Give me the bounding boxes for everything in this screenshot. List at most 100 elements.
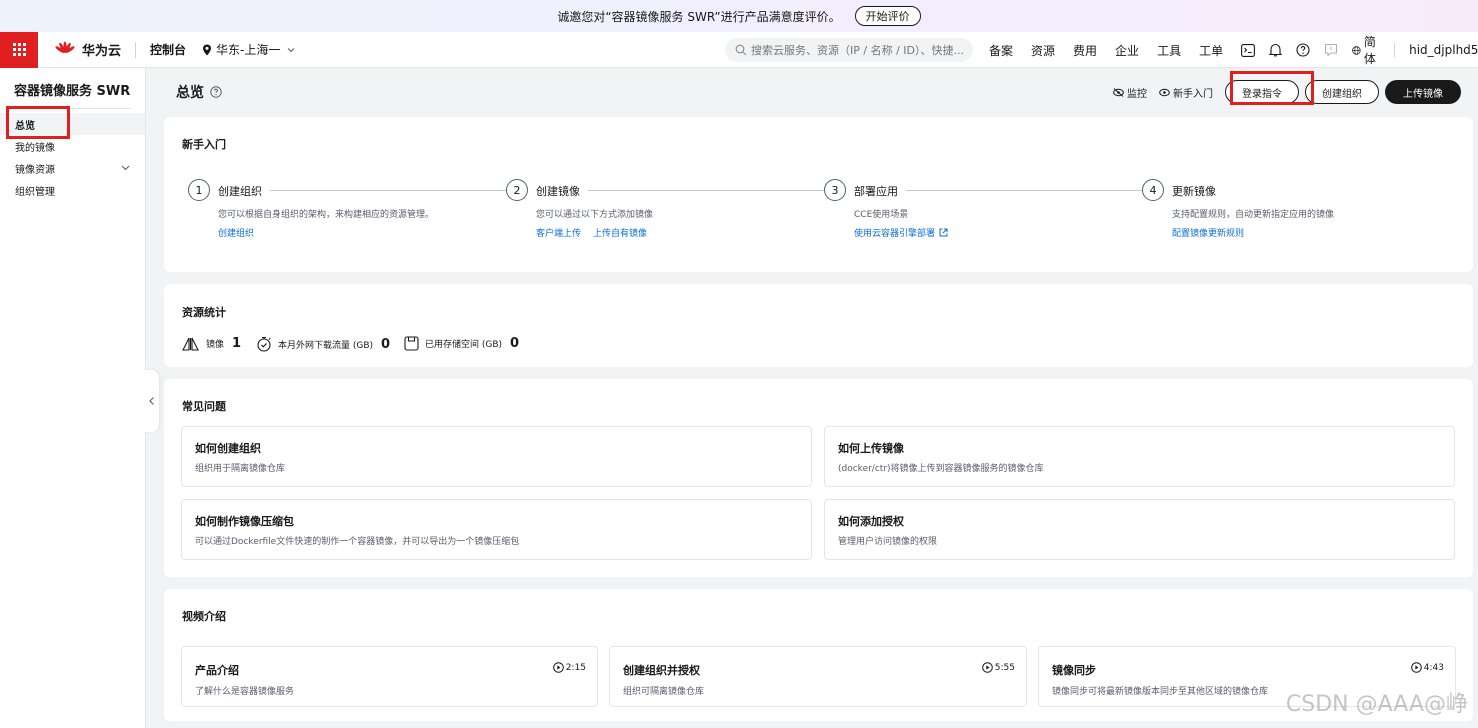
banner-text: 诚邀您对“容器镜像服务 SWR”进行产品满意度评价。 xyxy=(557,9,841,24)
faq-card: 常见问题 如何创建组织 组织用于隔离镜像仓库 如何上传镜像 (docker/ct… xyxy=(164,379,1473,577)
monitor-label: 监控 xyxy=(1127,88,1147,100)
nav-resources[interactable]: 资源 xyxy=(1031,42,1055,59)
faq-item-add-authorization[interactable]: 如何添加授权 管理用户访问镜像的权限 xyxy=(824,499,1455,560)
stat-storage-used: 已用存储空间 (GB) 0 xyxy=(404,336,519,351)
bell-icon[interactable] xyxy=(1269,43,1283,57)
nav-billing[interactable]: 费用 xyxy=(1073,42,1097,59)
duration-text: 4:43 xyxy=(1423,662,1444,673)
video-duration: 5:55 xyxy=(981,662,1015,673)
help-icon[interactable] xyxy=(1296,43,1310,57)
sidebar-item-image-resources[interactable]: 镜像资源 xyxy=(0,157,145,179)
storage-icon xyxy=(404,336,419,351)
nav-tools[interactable]: 工具 xyxy=(1157,42,1181,59)
faq-item-create-org[interactable]: 如何创建组织 组织用于隔离镜像仓库 xyxy=(181,426,812,487)
stat-value: 1 xyxy=(232,336,242,351)
feedback-icon[interactable] xyxy=(1324,43,1338,57)
global-search[interactable] xyxy=(725,38,973,62)
faq-title: 常见问题 xyxy=(182,400,226,413)
sidebar-item-org-management[interactable]: 组织管理 xyxy=(0,179,145,201)
login-command-button[interactable]: 登录指令 xyxy=(1225,80,1299,104)
step-description: 您可以通过以下方式添加镜像 xyxy=(536,210,654,220)
guide-link[interactable]: 新手入门 xyxy=(1159,85,1213,100)
cce-deploy-link[interactable]: 使用云容器引擎部署 xyxy=(854,226,948,239)
play-icon xyxy=(1410,662,1422,673)
video-item-title: 创建组织并授权 xyxy=(623,664,700,677)
step-name: 部署应用 xyxy=(854,183,906,199)
resource-stats-title: 资源统计 xyxy=(182,306,226,319)
upload-own-image-link[interactable]: 上传自有镜像 xyxy=(593,226,647,239)
video-item-create-org-auth[interactable]: 创建组织并授权 组织可隔离镜像仓库 5:55 xyxy=(609,646,1027,707)
step-links: 客户端上传 上传自有镜像 xyxy=(536,226,659,239)
faq-item-desc: (docker/ctr)将镜像上传到容器镜像服务的镜像仓库 xyxy=(838,464,1044,474)
help-circle-icon[interactable] xyxy=(210,86,222,98)
faq-item-title: 如何制作镜像压缩包 xyxy=(195,515,294,528)
chevron-left-icon xyxy=(149,397,154,405)
globe-icon xyxy=(1352,45,1361,55)
grid-icon xyxy=(12,43,26,56)
create-org-link[interactable]: 创建组织 xyxy=(218,226,254,239)
service-title: 容器镜像服务 SWR xyxy=(14,84,131,99)
chevron-down-icon xyxy=(121,165,130,171)
step-number: 1 xyxy=(188,179,210,201)
faq-item-title: 如何添加授权 xyxy=(838,515,904,528)
eye-icon xyxy=(1159,88,1170,96)
resource-stats-card: 资源统计 镜像 1 本月外网下载流量 (GB) 0 已用存储空间 (GB) 0 xyxy=(164,284,1473,367)
faq-item-image-package[interactable]: 如何制作镜像压缩包 可以通过Dockerfile文件快速的制作一个容器镜像，并可… xyxy=(181,499,812,560)
video-item-title: 产品介绍 xyxy=(195,664,239,677)
search-icon xyxy=(735,44,747,56)
sidebar-item-my-images[interactable]: 我的镜像 xyxy=(0,135,145,157)
video-intro-card: 视频介绍 产品介绍 了解什么是容器镜像服务 2:15 创建组织并授权 组织可隔离… xyxy=(164,589,1473,721)
monitor-link[interactable]: 监控 xyxy=(1113,85,1147,100)
step-number: 2 xyxy=(506,179,528,201)
header-divider xyxy=(135,41,137,58)
step-description: 您可以根据自身组织的架构，来构建相应的资源管理。 xyxy=(218,210,435,220)
play-icon xyxy=(552,662,564,673)
upload-image-button[interactable]: 上传镜像 xyxy=(1385,80,1461,104)
stat-label: 本月外网下载流量 (GB) xyxy=(278,340,374,351)
service-menu-button[interactable] xyxy=(0,31,38,68)
image-stack-icon xyxy=(182,337,199,351)
step-description: 支持配置规则，自动更新指定应用的镜像 xyxy=(1172,210,1335,220)
nav-tickets[interactable]: 工单 xyxy=(1199,42,1223,59)
user-account-menu[interactable]: hid_djplhd5hbac xyxy=(1394,43,1478,57)
location-pin-icon xyxy=(203,44,212,55)
nav-filing[interactable]: 备案 xyxy=(989,42,1013,59)
video-item-desc: 镜像同步可将最新镜像版本同步至其他区域的镜像仓库 xyxy=(1052,687,1269,697)
faq-item-title: 如何上传镜像 xyxy=(838,442,904,455)
stat-value: 0 xyxy=(381,336,391,352)
stat-value: 0 xyxy=(510,336,520,351)
step-links: 配置镜像更新规则 xyxy=(1172,226,1256,239)
video-intro-title: 视频介绍 xyxy=(182,610,226,623)
stat-images: 镜像 1 xyxy=(182,336,241,351)
start-review-button[interactable]: 开始评价 xyxy=(854,6,921,26)
faq-item-upload-image[interactable]: 如何上传镜像 (docker/ctr)将镜像上传到容器镜像服务的镜像仓库 xyxy=(824,426,1455,487)
getting-started-title: 新手入门 xyxy=(182,138,226,151)
play-icon xyxy=(981,662,993,673)
update-rule-link[interactable]: 配置镜像更新规则 xyxy=(1172,226,1244,239)
language-selector[interactable]: 简体 xyxy=(1352,33,1380,67)
region-selector[interactable]: 华东-上海一 xyxy=(202,41,300,58)
video-item-title: 镜像同步 xyxy=(1052,664,1096,677)
console-link[interactable]: 控制台 xyxy=(150,41,186,58)
csdn-watermark: CSDN @AAA@峥 xyxy=(1285,692,1468,717)
step-links: 创建组织 xyxy=(218,226,266,239)
video-item-desc: 组织可隔离镜像仓库 xyxy=(623,687,705,697)
cloud-shell-icon[interactable] xyxy=(1241,43,1256,57)
stopwatch-icon xyxy=(257,336,271,352)
search-input[interactable] xyxy=(751,43,963,57)
step-description: CCE使用场景 xyxy=(854,210,909,220)
nav-enterprise[interactable]: 企业 xyxy=(1115,42,1139,59)
video-duration: 2:15 xyxy=(552,662,586,673)
video-item-product-intro[interactable]: 产品介绍 了解什么是容器镜像服务 2:15 xyxy=(181,646,598,707)
cce-deploy-label: 使用云容器引擎部署 xyxy=(854,229,936,239)
sidebar-collapse-toggle[interactable] xyxy=(145,370,159,432)
huawei-cloud-logo[interactable]: 华为云 xyxy=(54,40,121,59)
sidebar-item-label: 镜像资源 xyxy=(15,164,55,176)
chevron-down-icon xyxy=(287,47,295,52)
sidebar-item-overview[interactable]: 总览 xyxy=(0,113,145,135)
region-label: 华东-上海一 xyxy=(216,43,281,57)
faq-item-desc: 组织用于隔离镜像仓库 xyxy=(195,464,286,474)
stat-label: 已用存储空间 (GB) xyxy=(425,340,503,350)
client-upload-link[interactable]: 客户端上传 xyxy=(536,226,581,239)
create-org-button[interactable]: 创建组织 xyxy=(1305,80,1379,104)
